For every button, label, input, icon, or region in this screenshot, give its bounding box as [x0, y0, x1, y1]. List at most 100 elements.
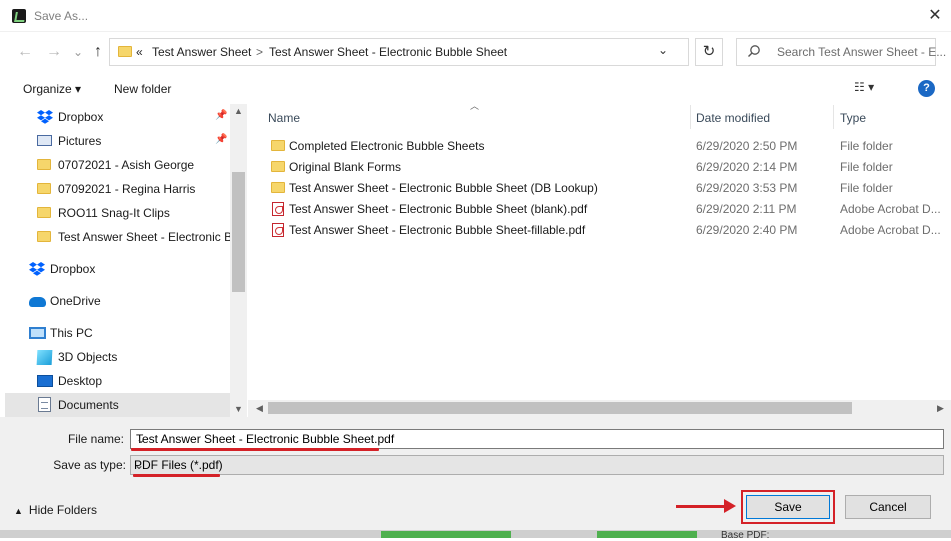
file-name: Test Answer Sheet - Electronic Bubble Sh… — [289, 223, 586, 237]
sidebar-item-label: This PC — [50, 326, 93, 340]
pdf-icon — [272, 223, 284, 237]
pin-icon[interactable]: 📌 — [215, 110, 227, 121]
sidebar-item-this-pc[interactable]: This PC — [5, 321, 233, 345]
hide-folders-label: Hide Folders — [28, 503, 97, 517]
help-icon[interactable]: ? — [918, 80, 935, 97]
save-button[interactable]: Save — [746, 495, 830, 519]
navigation-pane: Dropbox 📌 Pictures 📌 07072021 - Asish Ge… — [5, 104, 248, 417]
address-dropdown-icon[interactable]: ⌄ — [658, 43, 668, 57]
up-arrow-icon[interactable]: ↑ — [86, 40, 110, 64]
sidebar-item-snagit-clips[interactable]: ROO11 Snag-It Clips — [5, 201, 233, 225]
hide-folders-button[interactable]: ▲ Hide Folders — [14, 503, 97, 517]
file-row[interactable]: Completed Electronic Bubble Sheets 6/29/… — [248, 136, 951, 157]
file-type: Adobe Acrobat D... — [840, 202, 941, 216]
file-row[interactable]: Test Answer Sheet - Electronic Bubble Sh… — [248, 199, 951, 220]
scroll-left-icon[interactable]: ◀ — [251, 400, 268, 417]
sidebar-item-3d-objects[interactable]: 3D Objects — [5, 345, 233, 369]
annotation-underline — [131, 448, 379, 451]
column-divider[interactable] — [690, 105, 691, 129]
sidebar-item-label: Dropbox — [50, 262, 96, 276]
annotation-arrowhead — [724, 499, 736, 513]
address-overflow[interactable]: « — [136, 45, 143, 59]
cancel-button[interactable]: Cancel — [845, 495, 931, 519]
file-type: Adobe Acrobat D... — [840, 223, 941, 237]
column-header-name[interactable]: Name — [268, 111, 300, 136]
folder-icon — [271, 182, 285, 193]
back-arrow-icon[interactable]: ← — [13, 40, 37, 64]
sidebar-item-label: 3D Objects — [58, 350, 118, 364]
file-type: File folder — [840, 181, 893, 195]
sidebar-item-label: ROO11 Snag-It Clips — [58, 206, 170, 220]
folder-icon — [37, 207, 51, 218]
onedrive-icon — [29, 297, 46, 307]
folder-icon — [271, 140, 285, 151]
file-type: File folder — [840, 160, 893, 174]
sidebar-item-test-answer-sheet[interactable]: Test Answer Sheet - Electronic Bu — [5, 225, 233, 249]
file-row[interactable]: Test Answer Sheet - Electronic Bubble Sh… — [248, 220, 951, 241]
sort-ascending-icon: ︿ — [470, 101, 480, 111]
sidebar-item-label: Dropbox — [58, 110, 104, 124]
sidebar-item-dropbox-quick[interactable]: Dropbox 📌 — [5, 105, 233, 129]
file-name-input[interactable]: Test Answer Sheet - Electronic Bubble Sh… — [130, 429, 944, 449]
scroll-right-icon[interactable]: ▶ — [932, 400, 949, 417]
chevron-down-icon[interactable]: ⌄ — [136, 432, 939, 446]
annotation-underline — [133, 474, 220, 477]
sidebar-item-asish-george[interactable]: 07072021 - Asish George — [5, 153, 233, 177]
address-bar[interactable]: « Test Answer Sheet > Test Answer Sheet … — [109, 38, 689, 66]
annotation-arrow — [676, 505, 728, 508]
chevron-up-icon: ▲ — [14, 506, 23, 516]
file-row[interactable]: Original Blank Forms 6/29/2020 2:14 PM F… — [248, 157, 951, 178]
file-row[interactable]: Test Answer Sheet - Electronic Bubble Sh… — [248, 178, 951, 199]
pictures-icon — [37, 135, 52, 146]
sidebar-item-onedrive[interactable]: OneDrive — [5, 289, 233, 313]
save-type-label: Save as type: — [53, 458, 126, 472]
file-name: Completed Electronic Bubble Sheets — [289, 139, 485, 153]
sidebar-item-label: Pictures — [58, 134, 102, 148]
folder-icon — [118, 46, 132, 57]
pdf-icon — [272, 202, 284, 216]
file-date: 6/29/2020 2:50 PM — [696, 139, 798, 153]
file-date: 6/29/2020 2:14 PM — [696, 160, 798, 174]
chevron-down-icon[interactable]: ⌄ — [134, 458, 939, 472]
column-header-date[interactable]: Date modified — [696, 111, 770, 136]
organize-button[interactable]: Organize ▾ — [23, 80, 81, 100]
view-options-icon[interactable]: ☷ ▾ — [854, 80, 892, 98]
close-icon[interactable]: ✕ — [925, 6, 945, 26]
forward-arrow-icon[interactable]: → — [42, 40, 66, 64]
sidebar-item-label: Desktop — [58, 374, 103, 388]
scroll-up-icon[interactable]: ▲ — [230, 104, 247, 118]
search-icon — [748, 45, 760, 57]
sidebar-item-label: 07092021 - Regina Harris — [58, 182, 196, 196]
scroll-down-icon[interactable]: ▼ — [230, 402, 247, 416]
pc-icon — [29, 327, 46, 339]
background-base-pdf-label: Base PDF: — [721, 530, 770, 541]
column-header-type[interactable]: Type — [840, 111, 866, 136]
sidebar-item-pictures[interactable]: Pictures 📌 — [5, 129, 233, 153]
sidebar-item-dropbox[interactable]: Dropbox — [5, 257, 233, 281]
address-segment-electronic-bubble-sheet[interactable]: Test Answer Sheet - Electronic Bubble Sh… — [269, 45, 507, 59]
column-divider[interactable] — [833, 105, 834, 129]
sidebar-item-desktop[interactable]: Desktop — [5, 369, 233, 393]
file-date: 6/29/2020 2:11 PM — [696, 202, 797, 216]
desktop-icon — [37, 375, 53, 387]
address-segment-test-answer-sheet[interactable]: Test Answer Sheet — [152, 45, 251, 59]
search-input[interactable]: Search Test Answer Sheet - E... — [736, 38, 946, 66]
sidebar-item-regina-harris[interactable]: 07092021 - Regina Harris — [5, 177, 233, 201]
cube-icon — [36, 350, 53, 365]
background-green-bar — [597, 531, 697, 538]
app-icon — [12, 9, 26, 23]
pin-icon[interactable]: 📌 — [215, 134, 227, 145]
sidebar-item-label: OneDrive — [50, 294, 101, 308]
refresh-button[interactable]: ↻ — [695, 38, 723, 66]
sidebar-item-documents[interactable]: Documents — [5, 393, 233, 417]
window-title: Save As... — [34, 9, 89, 23]
sidebar-scroll-thumb[interactable] — [232, 172, 245, 292]
dropbox-icon — [29, 262, 45, 276]
file-name: Test Answer Sheet - Electronic Bubble Sh… — [289, 181, 598, 195]
file-list-scroll-thumb[interactable] — [268, 402, 852, 414]
file-name: Test Answer Sheet - Electronic Bubble Sh… — [289, 202, 588, 216]
file-name: Original Blank Forms — [289, 160, 402, 174]
new-folder-button[interactable]: New folder — [114, 80, 171, 100]
search-placeholder: Search Test Answer Sheet - E... — [777, 45, 947, 59]
save-type-select[interactable]: PDF Files (*.pdf) ⌄ — [130, 455, 944, 475]
